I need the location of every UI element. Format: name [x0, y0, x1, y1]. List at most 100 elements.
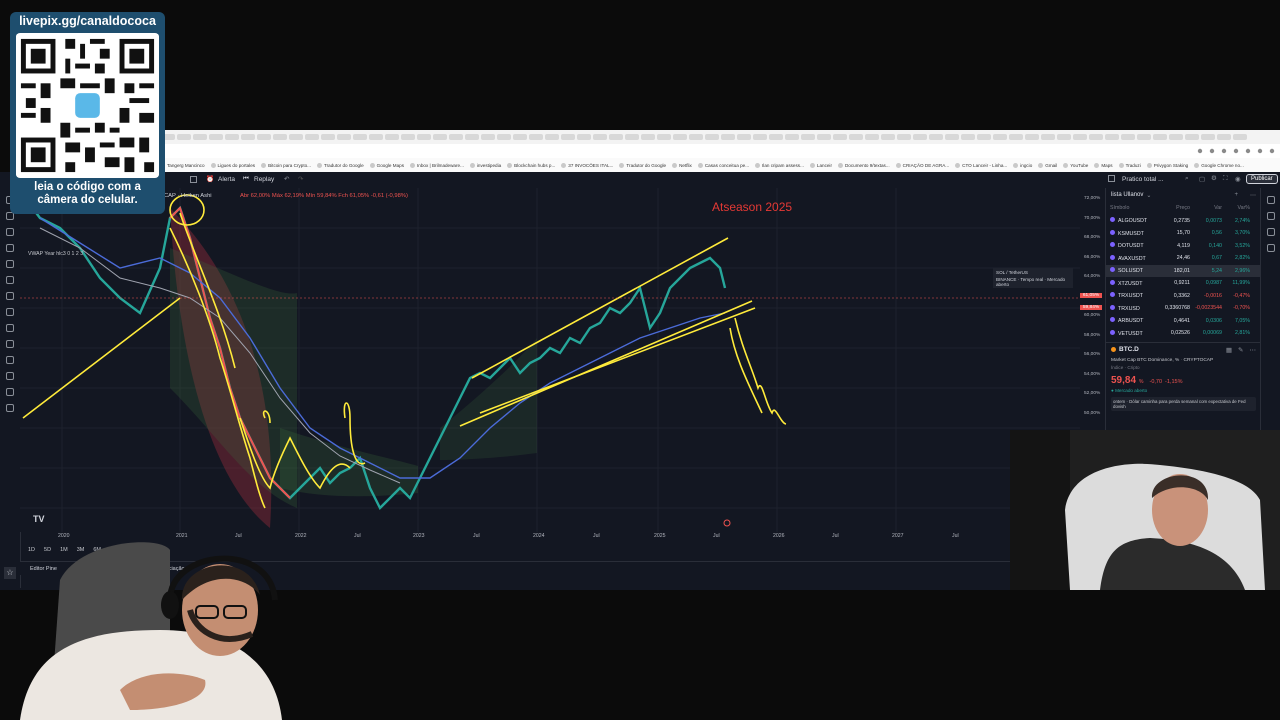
replay-button[interactable]: Replay: [254, 176, 274, 183]
watchlist-symbol: SOLUSDT: [1110, 267, 1162, 274]
symbol-legend[interactable]: CAP · Heiken Ashi: [164, 193, 212, 199]
detail-symbol[interactable]: BTC.D: [1119, 346, 1139, 353]
tooltip-line-1: SOL / TetherUS: [996, 270, 1028, 275]
watchlist-row[interactable]: XTZUSDT 0,9211 0,0987 11,99%: [1106, 277, 1261, 290]
watchlist-change: 0,0987: [1205, 280, 1222, 287]
settings-icon[interactable]: ⚙: [1211, 174, 1217, 182]
layers-icon[interactable]: [1267, 228, 1275, 236]
bookmark-item[interactable]: Blockchain hubs p...: [507, 163, 555, 168]
bookmark-item[interactable]: Privygon Staking: [1147, 163, 1188, 168]
coin-logo-icon: [1110, 304, 1115, 310]
watchlist-pct: 2,74%: [1234, 217, 1250, 224]
alert-button[interactable]: Alerta: [218, 176, 235, 183]
watchlist-row[interactable]: VETUSDT 0,02526 0,00069 2,81%: [1106, 327, 1261, 340]
watchlist-column-header[interactable]: Var: [1190, 205, 1222, 211]
bookmark-item[interactable]: Inbox | Brilmadeware...: [410, 163, 464, 168]
layout-name[interactable]: Pratico total ...: [1122, 176, 1164, 183]
price-chart[interactable]: TV: [20, 188, 1105, 532]
zoom-icon[interactable]: [6, 324, 14, 332]
watchlist-symbol: XTZUSDT: [1110, 279, 1162, 287]
watchlist-icon[interactable]: [1267, 196, 1275, 204]
chevron-down-icon[interactable]: ⌄: [1146, 192, 1151, 199]
watchlist-row[interactable]: ALGOUSDT 0,2735 0,0073 2,74%: [1106, 215, 1261, 228]
price-tick-label: 56,00%: [1084, 352, 1101, 357]
bookmark-item[interactable]: Lanceir: [810, 163, 832, 168]
text-icon[interactable]: [6, 260, 14, 268]
bookmark-item[interactable]: Google Maps: [370, 163, 404, 168]
fib-icon[interactable]: [6, 228, 14, 236]
bookmark-item[interactable]: Ligues do portales: [211, 163, 256, 168]
watchlist-row[interactable]: AVAXUSDT 24,46 0,67 2,82%: [1106, 252, 1261, 265]
bookmark-item[interactable]: Tradutor do Google: [317, 163, 364, 168]
detail-value: 59,84: [1111, 374, 1137, 386]
chat-icon[interactable]: [1267, 244, 1275, 252]
brush-icon[interactable]: [6, 244, 14, 252]
maximize-icon[interactable]: ⛶: [1223, 175, 1228, 183]
detail-more-icon[interactable]: ⋯: [1250, 346, 1257, 354]
redo-icon[interactable]: ↷: [298, 175, 303, 183]
symbol-tooltip: SOL / TetherUS BINANCE · Tempo real · Me…: [993, 268, 1073, 288]
publish-button[interactable]: Publicar: [1246, 174, 1278, 184]
watchlist-row[interactable]: KSMUSDT 15,70 0,56 3,70%: [1106, 227, 1261, 240]
star-icon[interactable]: ☆: [4, 567, 16, 579]
browser-address-bar[interactable]: [160, 144, 1280, 158]
grid-icon[interactable]: ▦: [1226, 346, 1232, 354]
bookmark-item[interactable]: YouTube: [1063, 163, 1088, 168]
watchlist-row[interactable]: SOLUSDT 182,01 5,24 2,96%: [1106, 264, 1261, 277]
news-item[interactable]: ontem · Dólar caminha para perda semanal…: [1111, 396, 1256, 411]
trash-icon[interactable]: [6, 404, 14, 412]
bookmark-item[interactable]: Netflix: [672, 163, 692, 168]
bookmark-item[interactable]: Tangerg Mancinco: [160, 163, 205, 168]
bookmark-item[interactable]: investipedia: [470, 163, 501, 168]
bookmark-item[interactable]: Google Chrome no...: [1194, 163, 1244, 168]
watchlist-column-header[interactable]: Símbolo: [1110, 205, 1162, 211]
bookmark-item[interactable]: Documento 9/textas...: [838, 163, 890, 168]
bookmark-item[interactable]: Gmail: [1038, 163, 1057, 168]
browser-tab-strip[interactable]: [160, 130, 1280, 145]
undo-icon[interactable]: ↶: [284, 175, 289, 183]
camera-icon[interactable]: ◉: [1235, 175, 1241, 183]
bookmark-item[interactable]: Bitcoin para Crypto...: [261, 163, 311, 168]
watchlist-row[interactable]: ARBUSDT 0,4641 0,0306 7,05%: [1106, 315, 1261, 328]
bookmark-item[interactable]: CRIAÇÃO DE AGRA...: [896, 163, 949, 168]
pattern-icon[interactable]: [6, 276, 14, 284]
ohlc-legend: Abr 62,00% Máx 62,19% Mín 59,84% Fch 61,…: [240, 193, 408, 199]
bookmark-item[interactable]: Ilan cripam assess...: [755, 163, 804, 168]
more-options-icon[interactable]: ⋯: [1250, 192, 1256, 199]
watchlist-symbol-text: ALGOUSDT: [1118, 218, 1148, 225]
eye-icon[interactable]: [6, 372, 14, 380]
watchlist-column-header[interactable]: Var%: [1222, 205, 1250, 211]
bookmark-item[interactable]: Casas conceitua pe...: [698, 163, 749, 168]
vwap-indicator-label[interactable]: VWAP Year hlc3 0 1 2 3: [28, 251, 83, 257]
watchlist-title[interactable]: lista Ullanov: [1111, 192, 1143, 198]
lock-icon[interactable]: [6, 356, 14, 364]
watchlist-row[interactable]: TRXUSD 0,3360768 -0,0023544 -0,70%: [1106, 302, 1261, 315]
link-icon[interactable]: [6, 388, 14, 396]
ruler-icon[interactable]: [6, 308, 14, 316]
prediction-icon[interactable]: [6, 292, 14, 300]
watchlist-row[interactable]: DOTUSDT 4,119 0,140 3,52%: [1106, 240, 1261, 253]
webcam-right: [1010, 430, 1280, 590]
drawing-toolbar: [0, 188, 21, 588]
bookmark-item[interactable]: Traduzi: [1119, 163, 1141, 168]
bookmark-item[interactable]: ingcio: [1013, 163, 1032, 168]
watchlist-symbol: ALGOUSDT: [1110, 217, 1162, 224]
watchlist-row[interactable]: TRXUSDT 0,3362 -0,0016 -0,47%: [1106, 290, 1261, 303]
bookmark-item[interactable]: 37 INVOCÕES ITAL...: [561, 163, 613, 168]
watchlist-column-header[interactable]: Preço: [1162, 205, 1190, 211]
layout-grid-icon[interactable]: [190, 176, 197, 183]
edit-icon[interactable]: ✎: [1238, 346, 1243, 354]
watchlist-pct: 2,96%: [1234, 267, 1250, 274]
fullscreen-icon[interactable]: ▢: [1199, 175, 1205, 183]
layout-icon[interactable]: [1108, 175, 1115, 182]
bookmark-item[interactable]: Tradutor do Google: [619, 163, 666, 168]
time-tick-label: 2023: [413, 533, 425, 539]
alerts-icon[interactable]: [1267, 212, 1275, 220]
bookmark-item[interactable]: CTO Lanceir - Linha...: [955, 163, 1007, 168]
alert-icon[interactable]: ⏰: [206, 175, 214, 183]
replay-icon[interactable]: ⏮: [243, 175, 249, 183]
search-icon[interactable]: ⌕: [1185, 175, 1189, 183]
add-symbol-icon[interactable]: +: [1234, 192, 1238, 198]
magnet-icon[interactable]: [6, 340, 14, 348]
bookmark-item[interactable]: Maps: [1094, 163, 1112, 168]
